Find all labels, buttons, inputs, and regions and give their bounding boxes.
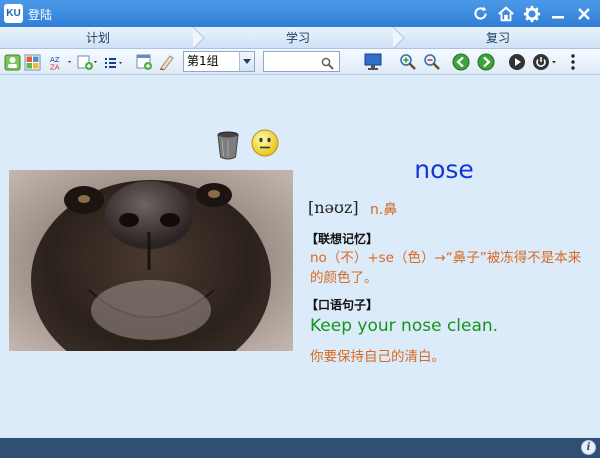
assoc-label: 【联想记忆】 (306, 232, 379, 246)
brush-icon (160, 55, 174, 71)
more-vertical-icon (571, 54, 575, 70)
title-bar: KU 登陆 (0, 0, 600, 27)
spoken-label: 【口语句子】 (306, 298, 379, 312)
monitor-icon (364, 53, 382, 70)
add-item-button[interactable] (76, 52, 100, 72)
word-illustration (9, 170, 293, 351)
new-page-button[interactable] (134, 52, 154, 72)
sort-az-icon: AZ ZA (50, 56, 71, 71)
add-item-icon (77, 55, 97, 70)
add-user-button[interactable] (3, 52, 21, 72)
grid-view-icon (24, 54, 40, 70)
svg-text:ZA: ZA (50, 63, 60, 71)
search-input[interactable] (264, 54, 320, 74)
arrow-left-icon (452, 53, 470, 71)
group-select-value: 第1组 (187, 54, 219, 68)
list-icon (105, 57, 122, 68)
minimize-icon (552, 15, 564, 18)
home-icon (498, 5, 514, 21)
edit-button[interactable] (157, 52, 177, 72)
close-icon (578, 7, 590, 20)
zoom-out-icon (424, 54, 440, 70)
play-icon (509, 54, 525, 70)
list-view-button[interactable] (102, 52, 126, 72)
refresh-button[interactable] (470, 4, 490, 24)
vocab-word: nose (414, 155, 474, 184)
new-page-icon (136, 54, 152, 70)
mark-familiar-button[interactable] (251, 129, 279, 161)
info-icon[interactable]: i (581, 440, 596, 455)
group-select[interactable]: 第1组 (183, 51, 255, 72)
grid-view-button[interactable] (23, 52, 41, 72)
tab-plan[interactable]: 计划 (0, 27, 196, 49)
phonetic[interactable]: [nəʊz] (308, 198, 359, 217)
assoc-text: no（不）+se（色）→“鼻子”被冻得不是本来的颜色了。 (310, 250, 582, 286)
minimize-button[interactable] (548, 4, 568, 24)
window-actions (470, 2, 594, 25)
window-title[interactable]: 登陆 (28, 6, 52, 23)
settings-button[interactable] (522, 4, 542, 24)
smiley-icon (251, 129, 279, 157)
home-button[interactable] (496, 4, 516, 24)
app-logo: KU (4, 4, 23, 23)
search-box (263, 51, 340, 74)
monitor-button[interactable] (362, 52, 384, 72)
part-of-speech: n.鼻 (370, 202, 398, 218)
next-button[interactable] (476, 52, 496, 72)
trash-icon (217, 131, 239, 160)
more-menu-button[interactable] (566, 52, 580, 72)
delete-word-button[interactable] (216, 130, 240, 164)
dog-nose-picture (9, 170, 293, 351)
power-icon (533, 54, 556, 70)
gear-icon (523, 5, 541, 22)
zoom-out-button[interactable] (422, 52, 442, 72)
previous-button[interactable] (451, 52, 471, 72)
toolbar: AZ ZA 第1组 (0, 49, 600, 75)
chevron-down-icon (239, 52, 254, 71)
add-user-icon (4, 54, 20, 70)
refresh-icon (473, 6, 487, 20)
step-tabs: 计划 学习 复习 (0, 27, 600, 49)
sentence-translation: 你要保持自己的清白。 (310, 349, 445, 365)
zoom-in-icon (400, 54, 416, 70)
tab-review[interactable]: 复习 (400, 27, 596, 49)
timer-button[interactable] (531, 52, 559, 72)
close-button[interactable] (574, 4, 594, 24)
sort-button[interactable]: AZ ZA (48, 52, 74, 72)
search-icon[interactable] (321, 55, 334, 74)
status-bar: i (0, 438, 600, 458)
play-button[interactable] (507, 52, 527, 72)
arrow-right-icon (477, 53, 495, 71)
tab-study[interactable]: 学习 (200, 27, 396, 49)
zoom-in-button[interactable] (398, 52, 418, 72)
example-sentence[interactable]: Keep your nose clean. (310, 316, 498, 336)
